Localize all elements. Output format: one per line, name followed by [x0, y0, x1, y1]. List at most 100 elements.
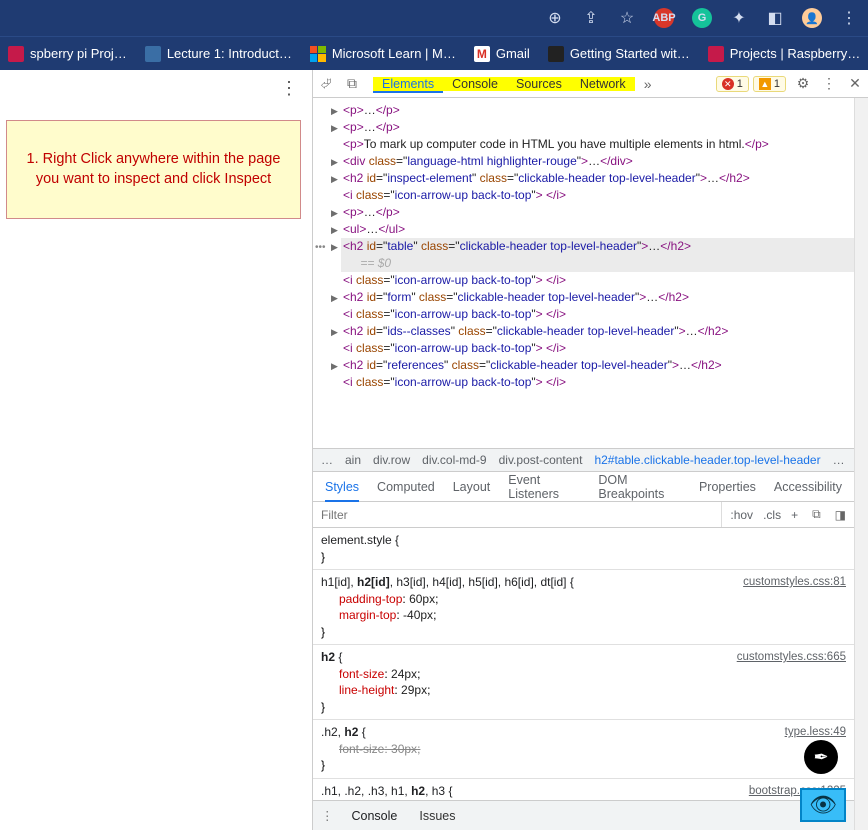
breadcrumb-item[interactable]: div.post-content [499, 453, 583, 467]
expand-triangle-icon[interactable]: ▶ [331, 120, 338, 137]
devtools-tab-sources[interactable]: Sources [507, 77, 571, 91]
element-node[interactable]: <i class="icon-arrow-up back-to-top"> </… [341, 306, 854, 323]
rule-source-link[interactable]: customstyles.css:81 [743, 574, 846, 591]
device-toggle-icon[interactable]: ⧉ [339, 75, 365, 92]
expand-triangle-icon[interactable]: ▶ [331, 171, 338, 188]
drawer-tab-console[interactable]: Console [352, 809, 398, 823]
css-rule[interactable]: customstyles.css:81h1[id], h2[id], h3[id… [313, 570, 854, 645]
element-node[interactable]: <p>To mark up computer code in HTML you … [341, 136, 854, 153]
styles-pane[interactable]: element.style {}customstyles.css:81h1[id… [313, 528, 854, 800]
breadcrumb-item[interactable]: … [833, 453, 845, 467]
expand-triangle-icon[interactable]: ▶ [331, 324, 338, 341]
bookmark-item[interactable]: Lecture 1: Introduct… [145, 46, 292, 62]
element-node[interactable]: ▶<h2 id="ids--classes" class="clickable-… [341, 323, 854, 340]
css-property[interactable]: padding-top: 60px; [321, 591, 846, 608]
devtools-tab-console[interactable]: Console [443, 77, 507, 91]
more-tabs-icon[interactable]: » [635, 76, 661, 92]
expand-triangle-icon[interactable]: ▶ [331, 103, 338, 120]
eye-tool-widget[interactable]: 👁 [800, 788, 846, 822]
element-node[interactable]: ▶<p>…</p> [341, 102, 854, 119]
computed-toggle-icon[interactable]: ⧉ [806, 507, 827, 522]
element-node[interactable]: <i class="icon-arrow-up back-to-top"> </… [341, 272, 854, 289]
css-property[interactable]: margin-top: -40px; [321, 607, 846, 624]
bookmark-item[interactable]: spberry pi Proj… [8, 46, 127, 62]
filter-btn[interactable]: .cls [763, 508, 781, 522]
subtab-event-listeners[interactable]: Event Listeners [508, 473, 580, 501]
filter-btn[interactable]: :hov [730, 508, 753, 522]
element-node[interactable]: <i class="icon-arrow-up back-to-top"> </… [341, 374, 854, 391]
filter-btn[interactable]: + [791, 508, 798, 522]
sidebar-toggle-icon[interactable]: ◨ [827, 508, 854, 522]
element-node[interactable]: ▶<h2 id="references" class="clickable-he… [341, 357, 854, 374]
element-node[interactable]: ▶<p>…</p> [341, 204, 854, 221]
element-node[interactable]: ▶<ul>…</ul> [341, 221, 854, 238]
zoom-icon[interactable]: ⊕ [546, 9, 564, 27]
drawer-menu-icon[interactable]: ⋮ [321, 808, 334, 823]
element-node[interactable]: ▶<h2 id="inspect-element" class="clickab… [341, 170, 854, 187]
share-icon[interactable]: ⇪ [582, 9, 600, 27]
expand-triangle-icon[interactable]: ▶ [331, 358, 338, 375]
element-node[interactable]: ▶<p>…</p> [341, 119, 854, 136]
devtools-tab-network[interactable]: Network [571, 77, 635, 91]
dom-breadcrumbs[interactable]: … ain div.row div.col-md-9 div.post-content h… [313, 448, 854, 472]
bookmark-star-icon[interactable]: ☆ [618, 9, 636, 27]
expand-triangle-icon[interactable]: ▶ [331, 154, 338, 171]
close-devtools-icon[interactable]: ✕ [842, 75, 868, 92]
css-rule[interactable]: customstyles.css:665h2 {font-size: 24px;… [313, 645, 854, 720]
subtab-layout[interactable]: Layout [453, 480, 491, 494]
rule-source-link[interactable]: type.less:49 [785, 724, 846, 741]
element-node[interactable]: <i class="icon-arrow-up back-to-top"> </… [341, 340, 854, 357]
devtools-menu-icon[interactable]: ⋮ [816, 75, 842, 92]
element-node[interactable]: <i class="icon-arrow-up back-to-top"> </… [341, 187, 854, 204]
element-node[interactable]: ▶<h2 id="form" class="clickable-header t… [341, 289, 854, 306]
drawer-tab-issues[interactable]: Issues [419, 809, 455, 823]
pen-tool-widget[interactable]: ✒ [804, 740, 838, 774]
breadcrumb-item[interactable]: div.col-md-9 [422, 453, 486, 467]
expand-triangle-icon[interactable]: ▶ [331, 205, 338, 222]
bookmark-label: Projects | Raspberry… [730, 46, 861, 61]
styles-filter-input[interactable] [313, 503, 721, 527]
bookmark-item[interactable]: Projects | Raspberry… [708, 46, 861, 62]
subtab-styles[interactable]: Styles [325, 472, 359, 502]
subtab-accessibility[interactable]: Accessibility [774, 480, 842, 494]
abp-extension-icon[interactable]: ABP [654, 8, 674, 28]
breadcrumb-item[interactable]: h2#table.clickable-header.top-level-head… [594, 453, 820, 467]
favicon-icon [8, 46, 24, 62]
profile-avatar-icon[interactable]: 👤 [802, 8, 822, 28]
bookmark-item[interactable]: Microsoft Learn | M… [310, 46, 456, 62]
devtools-tab-elements[interactable]: Elements [373, 77, 443, 93]
page-menu-icon[interactable]: ⋮ [280, 78, 298, 99]
warning-count-badge[interactable]: ▲1 [753, 76, 786, 92]
page-viewport[interactable]: ⋮ 1. Right Click anywhere within the pag… [0, 70, 312, 830]
settings-gear-icon[interactable]: ⚙ [790, 75, 816, 92]
css-rule[interactable]: bootstrap.css:1225.h1, .h2, .h3, h1, h2,… [313, 779, 854, 801]
inspect-element-icon[interactable]: ⮰ [313, 75, 339, 92]
expand-triangle-icon[interactable]: ▶ [331, 222, 338, 239]
browser-menu-icon[interactable]: ⋮ [840, 9, 858, 27]
elements-tree[interactable]: ▶<p>…</p>▶<p>…</p><p>To mark up computer… [313, 98, 854, 448]
subtab-computed[interactable]: Computed [377, 480, 435, 494]
breadcrumb-item[interactable]: div.row [373, 453, 410, 467]
css-property[interactable]: line-height: 29px; [321, 682, 846, 699]
rule-source-link[interactable]: customstyles.css:665 [737, 649, 846, 666]
css-rule[interactable]: type.less:49.h2, h2 {font-size: 30px;} [313, 720, 854, 779]
expand-triangle-icon[interactable]: ▶ [331, 239, 338, 256]
bookmark-item[interactable]: Getting Started wit… [548, 46, 690, 62]
sidepanel-icon[interactable]: ◧ [766, 9, 784, 27]
element-node[interactable]: ▶<div class="language-html highlighter-r… [341, 153, 854, 170]
subtab-dom-breakpoints[interactable]: DOM Breakpoints [598, 473, 681, 501]
breadcrumb-item[interactable]: ain [345, 453, 361, 467]
css-property[interactable]: font-size: 30px; [321, 741, 846, 758]
error-count-badge[interactable]: ✕1 [716, 76, 749, 92]
css-property[interactable]: margin-top: 20px; [321, 799, 846, 800]
css-property[interactable]: font-size: 24px; [321, 666, 846, 683]
subtab-properties[interactable]: Properties [699, 480, 756, 494]
expand-triangle-icon[interactable]: ▶ [331, 290, 338, 307]
scrollbar[interactable] [854, 98, 868, 830]
css-rule[interactable]: element.style {} [313, 528, 854, 570]
bookmark-item[interactable]: MGmail [474, 46, 530, 62]
extensions-puzzle-icon[interactable]: ✦ [730, 9, 748, 27]
element-node[interactable]: •••▶<h2 id="table" class="clickable-head… [341, 238, 854, 272]
grammarly-extension-icon[interactable]: G [692, 8, 712, 28]
breadcrumb-item[interactable]: … [321, 453, 333, 467]
